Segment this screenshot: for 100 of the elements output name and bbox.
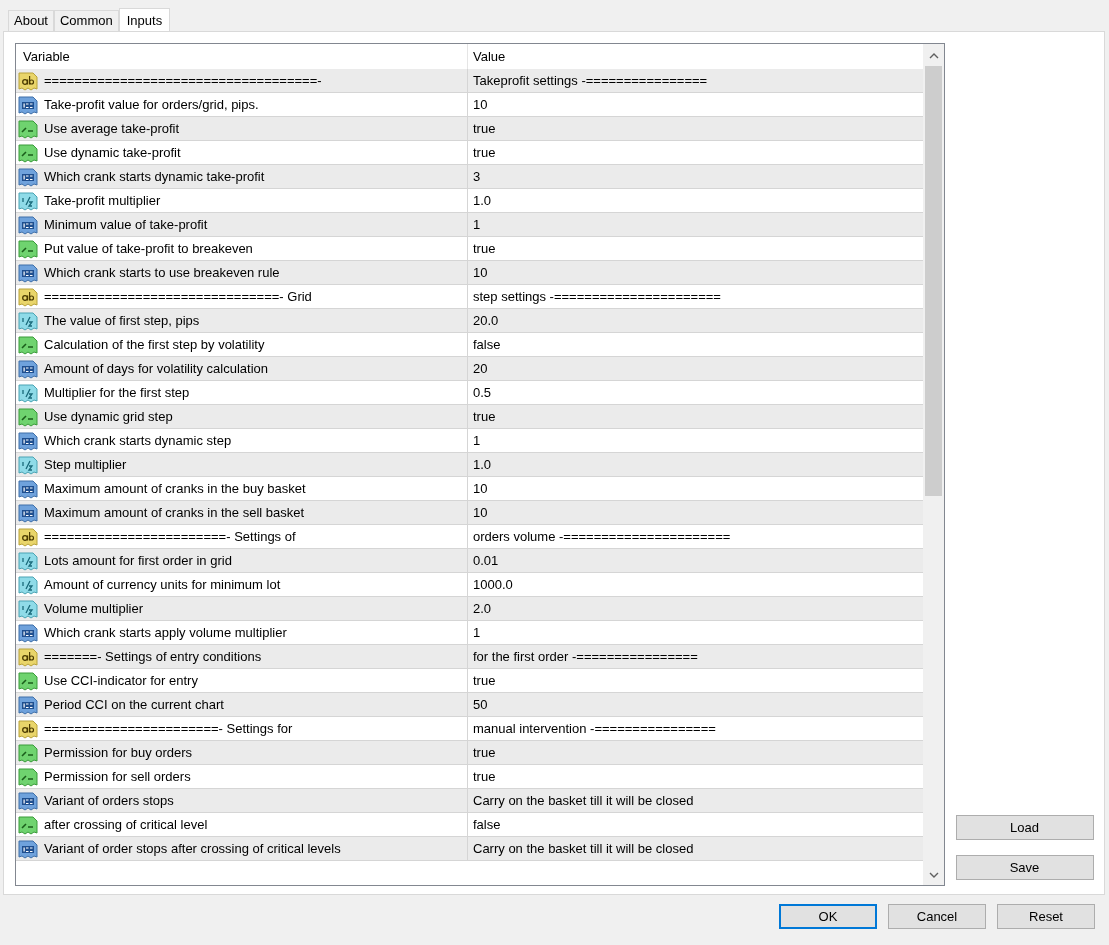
integer-type-icon <box>18 790 38 811</box>
variable-value[interactable]: 0.01 <box>468 549 499 572</box>
variable-value[interactable]: Carry on the basket till it will be closed <box>468 789 694 812</box>
fraction-type-icon <box>18 598 38 619</box>
variable-value[interactable]: true <box>468 669 496 692</box>
variable-name: Which crank starts apply volume multiplier <box>44 623 287 642</box>
variable-value[interactable]: false <box>468 333 501 356</box>
toggle-type-icon <box>18 406 38 427</box>
variable-name: after crossing of critical level <box>44 815 208 834</box>
variable-name: Permission for sell orders <box>44 767 191 786</box>
variable-name: =======================- Settings for <box>44 719 293 738</box>
variable-value[interactable]: orders volume -====================== <box>468 525 731 548</box>
variable-name: Which crank starts dynamic step <box>44 431 232 450</box>
variable-name: Amount of currency units for minimum lot <box>44 575 281 594</box>
variable-name: Take-profit value for orders/grid, pips. <box>44 95 259 114</box>
integer-type-icon <box>18 502 38 523</box>
fraction-type-icon <box>18 382 38 403</box>
text-type-icon <box>18 526 38 547</box>
variable-value[interactable]: true <box>468 405 496 428</box>
variable-value[interactable]: 10 <box>468 501 488 524</box>
variable-name: Variant of orders stops <box>44 791 174 810</box>
variable-value[interactable]: true <box>468 141 496 164</box>
variable-value[interactable]: true <box>468 765 496 788</box>
variable-value[interactable]: 10 <box>468 477 488 500</box>
text-type-icon <box>18 286 38 307</box>
fraction-type-icon <box>18 310 38 331</box>
variable-name: ====================================- <box>44 71 322 90</box>
variable-value[interactable]: Takeprofit settings -================ <box>468 69 708 92</box>
column-header[interactable]: Value <box>468 44 506 69</box>
integer-type-icon <box>18 214 38 235</box>
variable-value[interactable]: 10 <box>468 261 488 284</box>
scroll-thumb[interactable] <box>925 66 942 496</box>
side-button[interactable]: Save <box>955 855 1094 880</box>
toggle-type-icon <box>18 118 38 139</box>
variable-name: Maximum amount of cranks in the sell basket <box>44 503 305 522</box>
variable-value[interactable]: 2.0 <box>468 597 492 620</box>
text-type-icon <box>18 70 38 91</box>
variable-name: Period CCI on the current chart <box>44 695 224 714</box>
integer-type-icon <box>18 166 38 187</box>
variable-value[interactable]: false <box>468 813 501 836</box>
variable-name: Multiplier for the first step <box>44 383 190 402</box>
variable-value[interactable]: true <box>468 237 496 260</box>
variable-value[interactable]: 1.0 <box>468 453 492 476</box>
variable-name: ========================- Settings of <box>44 527 296 546</box>
tab[interactable]: About <box>8 10 54 31</box>
variable-name: Which crank starts to use breakeven rule <box>44 263 280 282</box>
variable-value[interactable]: 50 <box>468 693 488 716</box>
variable-name: ===============================- Grid <box>44 287 312 306</box>
toggle-type-icon <box>18 238 38 259</box>
text-type-icon <box>18 646 38 667</box>
toggle-type-icon <box>18 142 38 163</box>
variable-value[interactable]: 1000.0 <box>468 573 513 596</box>
variable-name: The value of first step, pips <box>44 311 200 330</box>
dialog-button[interactable]: OK <box>779 904 877 929</box>
variable-name: Use dynamic grid step <box>44 407 173 426</box>
scrollbar[interactable] <box>923 44 944 885</box>
variable-value[interactable]: 1 <box>468 621 481 644</box>
variable-name: Use average take-profit <box>44 119 180 138</box>
variable-value[interactable]: 3 <box>468 165 481 188</box>
variable-value[interactable]: 1 <box>468 213 481 236</box>
fraction-type-icon <box>18 454 38 475</box>
variable-name: Maximum amount of cranks in the buy basket <box>44 479 306 498</box>
variable-name: Volume multiplier <box>44 599 143 618</box>
fraction-type-icon <box>18 190 38 211</box>
variable-name: Use dynamic take-profit <box>44 143 181 162</box>
toggle-type-icon <box>18 814 38 835</box>
variable-name: =======- Settings of entry conditions <box>44 647 262 666</box>
variable-value[interactable]: true <box>468 117 496 140</box>
variable-name: Take-profit multiplier <box>44 191 161 210</box>
variable-name: Permission for buy orders <box>44 743 193 762</box>
variable-name: Which crank starts dynamic take-profit <box>44 167 265 186</box>
variable-value[interactable]: for the first order -================ <box>468 645 698 668</box>
fraction-type-icon <box>18 550 38 571</box>
variable-value[interactable]: true <box>468 741 496 764</box>
text-type-icon <box>18 718 38 739</box>
integer-type-icon <box>18 262 38 283</box>
fraction-type-icon <box>18 574 38 595</box>
variable-name: Amount of days for volatility calculation <box>44 359 268 378</box>
variable-value[interactable]: 1 <box>468 429 481 452</box>
variable-name: Use CCI-indicator for entry <box>44 671 198 690</box>
variable-value[interactable]: manual intervention -================ <box>468 717 716 740</box>
dialog-button[interactable]: Reset <box>997 904 1095 929</box>
tab[interactable]: Inputs <box>118 8 171 32</box>
variable-value[interactable]: 20 <box>468 357 488 380</box>
toggle-type-icon <box>18 334 38 355</box>
tab[interactable]: Common <box>54 10 119 31</box>
variable-value[interactable]: step settings -====================== <box>468 285 721 308</box>
variable-value[interactable]: 1.0 <box>468 189 492 212</box>
variable-name: Lots amount for first order in grid <box>44 551 232 570</box>
side-button[interactable]: Load <box>955 815 1094 840</box>
variable-value[interactable]: 10 <box>468 93 488 116</box>
variable-name: Put value of take-profit to breakeven <box>44 239 253 258</box>
variable-value[interactable]: 0.5 <box>468 381 492 404</box>
toggle-type-icon <box>18 742 38 763</box>
dialog-button[interactable]: Cancel <box>888 904 986 929</box>
variable-name: Step multiplier <box>44 455 127 474</box>
variable-name: Minimum value of take-profit <box>44 215 208 234</box>
variable-name: Variant of order stops after crossing of critical levels <box>44 839 341 858</box>
variable-value[interactable]: 20.0 <box>468 309 499 332</box>
variable-value[interactable]: Carry on the basket till it will be closed <box>468 837 694 860</box>
